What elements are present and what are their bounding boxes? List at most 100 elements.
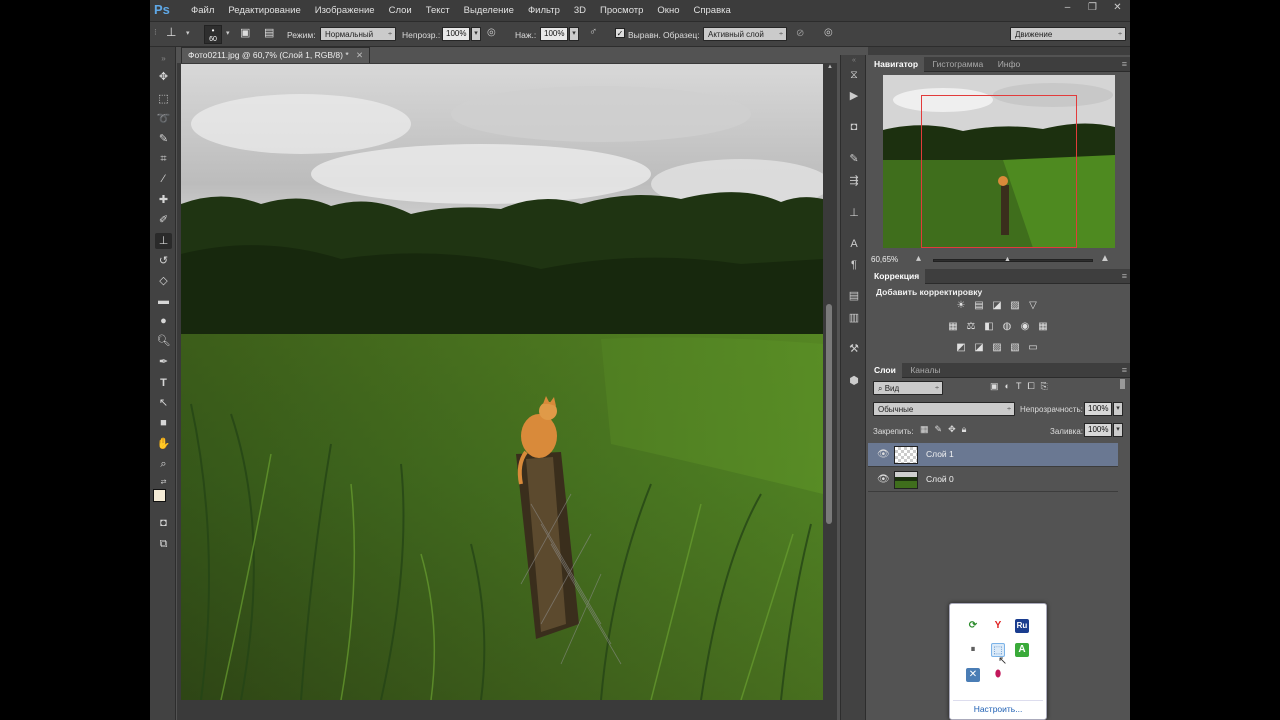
layer-opacity-dropdown-icon[interactable]: ▾ xyxy=(1113,402,1123,416)
scrollbar-thumb[interactable] xyxy=(826,304,832,524)
history-brush-tool-icon[interactable]: ↺ xyxy=(155,253,172,269)
navigator-zoom-slider[interactable]: ▲ xyxy=(933,256,1093,263)
panel-menu-icon[interactable]: ≡ xyxy=(1122,271,1127,281)
vibrance-icon[interactable]: ▽ xyxy=(1026,300,1040,312)
filter-pixel-icon[interactable]: ▣ xyxy=(990,381,999,392)
curves-icon[interactable]: ◪ xyxy=(990,300,1004,312)
fill-dropdown-icon[interactable]: ▾ xyxy=(1113,423,1123,437)
threshold-icon[interactable]: ▨ xyxy=(990,342,1004,354)
posterize-icon[interactable]: ◪ xyxy=(972,342,986,354)
media-icon[interactable]: ⏸ xyxy=(966,643,980,657)
minimize-button[interactable]: ‒ xyxy=(1055,0,1080,16)
eraser-tool-icon[interactable]: ◇ xyxy=(155,273,172,289)
photo-filter-icon[interactable]: ◍ xyxy=(1000,321,1014,333)
navigator-zoom-value[interactable]: 60,65% xyxy=(871,255,898,264)
gradient-tool-icon[interactable]: ▬ xyxy=(155,293,172,309)
zoom-slider-handle-icon[interactable]: ▲ xyxy=(1004,256,1011,263)
language-ru-icon[interactable]: Ru xyxy=(1015,619,1029,633)
lock-all-icon[interactable]: 🔒︎ xyxy=(962,424,967,435)
clone-stamp-preset-icon[interactable]: ⊥ xyxy=(166,25,176,39)
tab-channels[interactable]: Каналы xyxy=(904,363,946,378)
filter-adjustment-icon[interactable]: ◐ xyxy=(1005,381,1010,392)
layer-name[interactable]: Слой 0 xyxy=(926,474,954,484)
vertical-scrollbar[interactable]: ▲ xyxy=(825,64,834,714)
brush-size-picker[interactable]: • 60 xyxy=(204,25,222,44)
gradient-map-icon[interactable]: ▭ xyxy=(1026,342,1040,354)
close-button[interactable]: ✕ xyxy=(1105,0,1130,16)
dodge-tool-icon[interactable]: 🔍︎ xyxy=(155,333,172,349)
levels-icon[interactable]: ▤ xyxy=(972,300,986,312)
blend-mode-select[interactable]: Обычные xyxy=(873,402,1015,416)
tool-icon[interactable]: ✕ xyxy=(966,668,980,682)
flow-dropdown-icon[interactable]: ▾ xyxy=(569,27,579,41)
brush-presets-icon[interactable]: ✎ xyxy=(846,151,862,167)
workspace-select[interactable]: Движение xyxy=(1010,27,1126,41)
tab-layers[interactable]: Слои xyxy=(868,363,902,378)
hue-saturation-icon[interactable]: ▦ xyxy=(946,321,960,333)
exposure-icon[interactable]: ▨ xyxy=(1008,300,1022,312)
customize-link[interactable]: Настроить... xyxy=(950,704,1046,714)
zoom-tool-icon[interactable]: ⌕ xyxy=(155,456,172,472)
crop-tool-icon[interactable]: ⌗ xyxy=(155,151,172,167)
properties-panel-icon[interactable]: ◘ xyxy=(846,119,862,135)
menu-view[interactable]: Просмотр xyxy=(593,5,650,16)
sync-icon[interactable]: ⟳ xyxy=(966,619,980,633)
clone-source-panel-icon[interactable]: ⊥ xyxy=(846,205,862,221)
history-panel-icon[interactable]: ⧖ xyxy=(846,67,862,83)
channel-mixer-icon[interactable]: ◉ xyxy=(1018,321,1032,333)
hand-tool-icon[interactable]: ✋ xyxy=(155,436,172,452)
tablet-pressure-opacity-icon[interactable]: ◎ xyxy=(487,27,496,38)
layer-comps-icon[interactable]: ▤ xyxy=(846,288,862,304)
layer-name[interactable]: Слой 1 xyxy=(926,449,954,459)
menu-file[interactable]: Файл xyxy=(184,5,221,16)
brightness-contrast-icon[interactable]: ☀ xyxy=(954,300,968,312)
brush-tool-icon[interactable]: ✐ xyxy=(155,212,172,228)
foreground-color-swatch[interactable] xyxy=(153,489,166,502)
quick-select-tool-icon[interactable]: ✎ xyxy=(155,131,172,147)
lock-image-icon[interactable]: ✎ xyxy=(935,424,943,435)
invert-icon[interactable]: ◩ xyxy=(954,342,968,354)
menu-select[interactable]: Выделение xyxy=(457,5,521,16)
opacity-dropdown-icon[interactable]: ▾ xyxy=(471,27,481,41)
navigator-view-rect[interactable] xyxy=(921,95,1077,248)
eye-icon[interactable]: 👁︎ xyxy=(877,449,890,460)
opacity-input[interactable]: 100% xyxy=(442,27,470,41)
menu-edit[interactable]: Редактирование xyxy=(221,5,307,16)
filter-shape-icon[interactable]: ⧠ xyxy=(1027,381,1034,392)
brush-panel-icon-strip[interactable]: ⇶ xyxy=(846,173,862,189)
lock-position-icon[interactable]: ✥ xyxy=(948,424,956,435)
tool-presets-icon[interactable]: ⚒ xyxy=(846,341,862,357)
tab-adjustments[interactable]: Коррекция xyxy=(868,269,926,284)
ignore-adjustment-layers-icon[interactable]: ⊘ xyxy=(796,28,804,39)
close-document-icon[interactable]: ✕ xyxy=(356,50,363,60)
shape-tool-icon[interactable]: ■ xyxy=(155,415,172,431)
flow-input[interactable]: 100% xyxy=(540,27,568,41)
aligned-checkbox[interactable]: ✓ xyxy=(615,28,625,38)
fill-input[interactable]: 100% xyxy=(1084,423,1112,437)
brush-dropdown-arrow-icon[interactable]: ▾ xyxy=(226,29,230,37)
3d-panel-icon[interactable]: ⬢ xyxy=(846,373,862,389)
tab-info[interactable]: Инфо xyxy=(992,57,1027,72)
menu-layers[interactable]: Слои xyxy=(382,5,419,16)
notes-panel-icon[interactable]: ▥ xyxy=(846,310,862,326)
eye-icon[interactable]: 👁︎ xyxy=(877,474,890,485)
zoom-out-icon[interactable]: ▴ xyxy=(916,253,921,264)
menu-image[interactable]: Изображение xyxy=(308,5,382,16)
menu-window[interactable]: Окно xyxy=(650,5,686,16)
restore-button[interactable]: ❐ xyxy=(1080,0,1105,16)
layer-row[interactable]: 👁︎ Слой 0 xyxy=(868,468,1118,492)
document-canvas[interactable] xyxy=(181,64,823,700)
layer-filter-select[interactable]: ⌕ Вид xyxy=(873,381,943,395)
eyedropper-tool-icon[interactable]: ⁄ xyxy=(155,171,172,187)
paragraph-panel-icon[interactable]: ¶ xyxy=(846,257,862,273)
character-panel-icon[interactable]: A xyxy=(846,236,862,252)
app-a-icon[interactable]: A xyxy=(1015,643,1029,657)
color-lookup-icon[interactable]: ▦ xyxy=(1036,321,1050,333)
path-select-tool-icon[interactable]: ↖ xyxy=(155,395,172,411)
filter-type-icon[interactable]: T xyxy=(1016,381,1022,392)
preset-dropdown-arrow-icon[interactable]: ▾ xyxy=(186,29,190,37)
menu-text[interactable]: Текст xyxy=(419,5,457,16)
healing-brush-tool-icon[interactable]: ✚ xyxy=(155,192,172,208)
filter-smart-object-icon[interactable]: ⎘ xyxy=(1041,381,1048,392)
zoom-in-icon[interactable]: ▲ xyxy=(1100,253,1110,264)
